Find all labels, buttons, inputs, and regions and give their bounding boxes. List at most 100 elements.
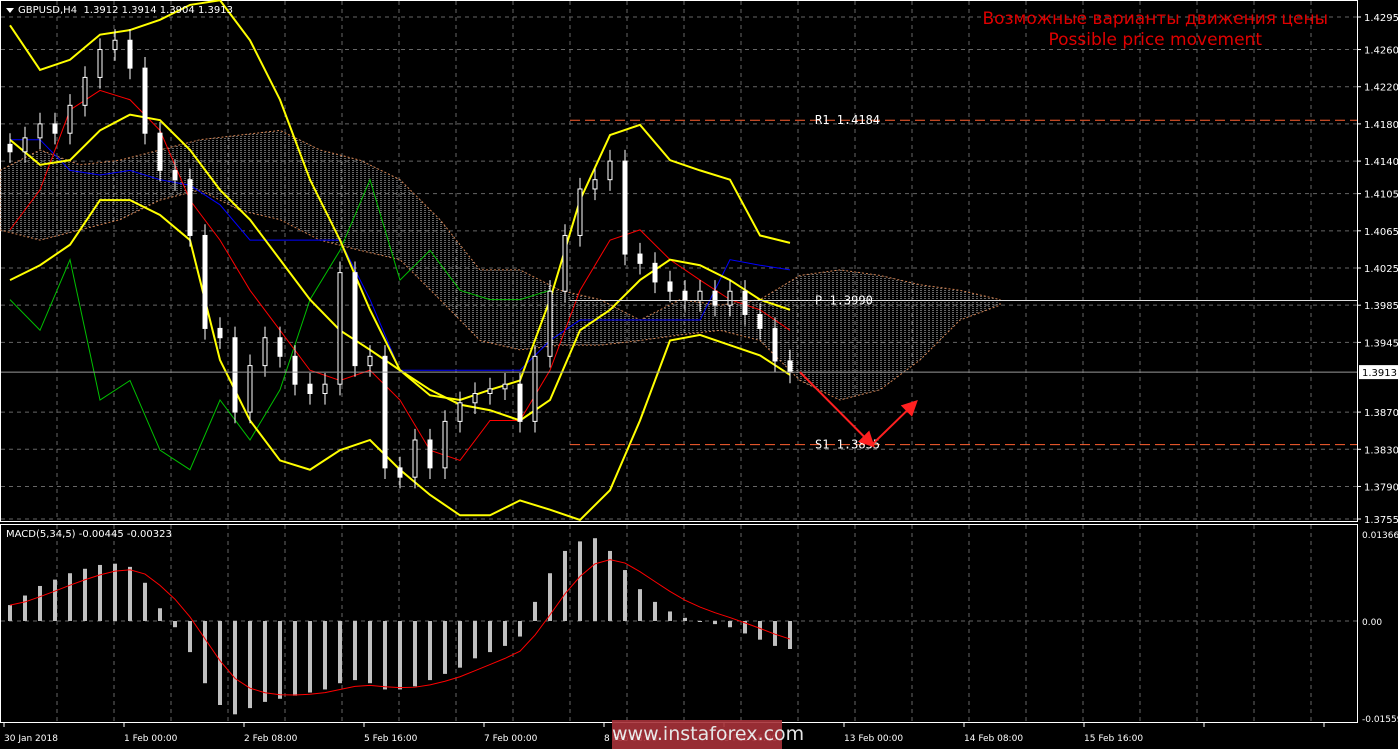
candle-body xyxy=(382,355,388,469)
y-tick-label: 1.4025 xyxy=(1364,264,1398,275)
annotation-title: Возможные варианты движения цены Possible… xyxy=(982,9,1328,51)
candle-body xyxy=(97,49,103,78)
candle-body xyxy=(517,383,523,422)
macd-bar xyxy=(188,621,192,653)
macd-bar xyxy=(728,621,732,628)
macd-bar xyxy=(548,573,552,621)
candle-body xyxy=(667,281,673,292)
candle-body xyxy=(412,439,418,478)
macd-bar xyxy=(428,621,432,681)
candle-body xyxy=(202,234,208,329)
candle-body xyxy=(352,272,358,367)
candle-body xyxy=(52,123,58,134)
candle-body xyxy=(607,160,613,181)
candle-body xyxy=(712,290,718,306)
y-tick-label: 1.4260 xyxy=(1364,46,1398,57)
macd-bar xyxy=(53,579,57,621)
macd-bar xyxy=(173,621,177,628)
chart-header[interactable]: GBPUSD,H4 1.3912 1.3914 1.3904 1.3913 xyxy=(6,5,233,16)
x-tick-label: 7 Feb 00:00 xyxy=(484,734,538,744)
macd-bar xyxy=(83,568,87,621)
macd-bar xyxy=(8,605,12,621)
macd-bar xyxy=(248,621,252,709)
candle-body xyxy=(7,143,13,153)
macd-bar xyxy=(788,621,792,649)
macd-bar xyxy=(38,585,42,621)
candle-body xyxy=(562,234,568,292)
macd-header: MACD(5,34,5) -0.00445 -0.00323 xyxy=(6,529,172,540)
macd-bar xyxy=(653,601,657,621)
macd-bar xyxy=(113,563,117,621)
macd-bar xyxy=(638,589,642,621)
macd-bar xyxy=(143,582,147,621)
ichimoku-cloud xyxy=(0,129,1001,401)
macd-bar xyxy=(683,617,687,621)
macd-bar xyxy=(488,621,492,653)
macd-bar xyxy=(23,595,27,621)
y-tick-label: 1.4295 xyxy=(1364,13,1398,24)
y-tick-label: 1.4140 xyxy=(1364,157,1398,168)
macd-bar xyxy=(608,550,612,621)
candle-body xyxy=(502,383,508,390)
candle-body xyxy=(127,39,133,69)
candle-body xyxy=(427,439,433,469)
candle-body xyxy=(157,132,163,171)
macd-bar xyxy=(323,621,327,690)
candle-body xyxy=(262,337,268,367)
price-chart[interactable]: 1.4295 1.4260 1.4220 1.4180 1.4140 1.4105 1.40… xyxy=(0,0,1398,749)
candle-body xyxy=(292,355,298,385)
annotation-ru: Возможные варианты движения цены xyxy=(982,9,1328,29)
y-tick-label: 1.4065 xyxy=(1364,227,1398,238)
macd-bar xyxy=(368,621,372,684)
macd-bar xyxy=(758,621,762,640)
candle-body xyxy=(232,337,238,413)
candle-body xyxy=(622,160,628,255)
macd-bar xyxy=(578,541,582,621)
macd-bar xyxy=(593,538,597,621)
forecast-arrow-up xyxy=(871,400,918,446)
macd-bar xyxy=(293,621,297,696)
candle-body xyxy=(322,383,328,395)
candle-body xyxy=(592,179,598,190)
candle-body xyxy=(727,290,733,306)
macd-tick-label: 0.00 xyxy=(1362,618,1382,628)
macd-bar xyxy=(443,621,447,674)
x-tick-label: 13 Feb 00:00 xyxy=(844,734,903,744)
candle-body xyxy=(697,290,703,302)
candle-body xyxy=(457,402,463,422)
macd-bar xyxy=(518,621,522,637)
macd-bar xyxy=(713,621,717,625)
candle-body xyxy=(67,104,73,134)
candle-body xyxy=(772,327,778,362)
y-tick-label: 1.4180 xyxy=(1364,120,1398,131)
macd-bar xyxy=(398,621,402,690)
macd-bar xyxy=(263,621,267,702)
candle-body xyxy=(532,355,538,422)
candle-body xyxy=(307,383,313,395)
y-tick-label: 1.3985 xyxy=(1364,301,1398,312)
ohlc-values: 1.3912 1.3914 1.3904 1.3913 xyxy=(83,5,233,16)
tenkan-sen-line xyxy=(9,89,791,462)
macd-bar xyxy=(413,621,417,687)
macd-bar xyxy=(68,573,72,621)
dropdown-triangle-icon[interactable] xyxy=(6,7,14,13)
macd-bar xyxy=(383,621,387,690)
candle-body xyxy=(547,290,553,357)
y-tick-label: 1.3870 xyxy=(1364,408,1398,419)
x-tick-label: 30 Jan 2018 xyxy=(4,734,58,744)
y-tick-label: 1.3945 xyxy=(1364,338,1398,349)
candle-body xyxy=(787,360,793,373)
candle-body xyxy=(337,272,343,385)
candle-body xyxy=(442,420,448,469)
macd-bar xyxy=(158,608,162,621)
candle-body xyxy=(487,388,493,394)
candle-body xyxy=(22,137,28,153)
y-tick-label: 1.3830 xyxy=(1364,445,1398,456)
candle-body xyxy=(217,327,223,339)
candle-body xyxy=(682,290,688,302)
current-price-label: 1.3913 xyxy=(1362,368,1397,379)
candle-body xyxy=(112,39,118,51)
macd-bar xyxy=(458,621,462,668)
candle-body xyxy=(652,262,658,283)
candle-body xyxy=(172,169,178,181)
